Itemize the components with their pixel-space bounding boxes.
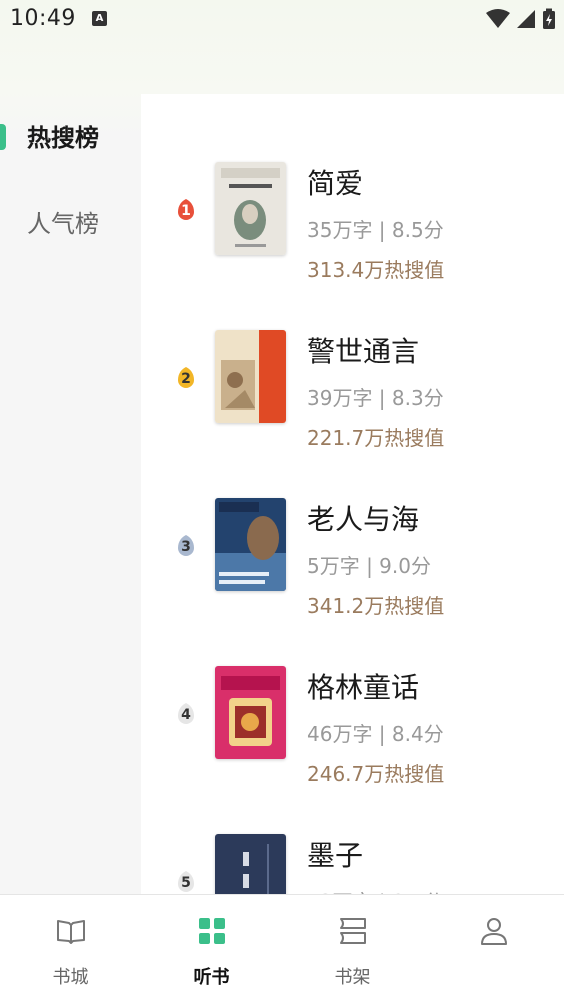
user-icon xyxy=(481,918,507,945)
book-meta: 46万字 | 8.4分 xyxy=(307,722,444,746)
rank-badge: 3 xyxy=(173,533,199,559)
rank-badge: 5 xyxy=(173,869,199,894)
book-meta: 13万字 | 8.4分 xyxy=(307,886,444,894)
hot-search-value: 341.2万热搜值 xyxy=(307,594,445,618)
sidebar-item-label: 人气榜 xyxy=(27,210,99,238)
signal-icon xyxy=(517,10,535,28)
nav-listen[interactable]: 听书 xyxy=(141,895,282,1005)
nav-label: 书架 xyxy=(334,967,371,988)
book-title: 格林童话 xyxy=(307,671,420,704)
book-meta: 35万字 | 8.5分 xyxy=(307,218,444,242)
book-item[interactable]: 4 格林童话 46万字 | 8.4分 246.7万热搜值 xyxy=(141,666,564,834)
status-bar: 10:49 A xyxy=(0,0,564,38)
sidebar-item-hot-search[interactable]: 热搜榜 xyxy=(0,108,140,168)
book-list: 1 简爱 35万字 | 8.5分 313.4万热搜值 2 警世通言 39万字 |… xyxy=(141,94,564,894)
rank-badge: 1 xyxy=(173,197,199,223)
bookshelf-icon xyxy=(340,918,366,944)
ranking-sidebar: 热搜榜 人气榜 xyxy=(0,96,140,894)
book-item[interactable]: 5 墨子 13万字 | 8.4分 xyxy=(141,834,564,894)
hot-search-value: 221.7万热搜值 xyxy=(307,426,445,450)
grid-icon xyxy=(199,918,225,944)
book-item[interactable]: 1 简爱 35万字 | 8.5分 313.4万热搜值 xyxy=(141,162,564,330)
nav-bookstore[interactable]: 书城 xyxy=(0,895,141,1005)
sidebar-item-popularity[interactable]: 人气榜 xyxy=(0,194,140,254)
book-item[interactable]: 2 警世通言 39万字 | 8.3分 221.7万热搜值 xyxy=(141,330,564,498)
nav-profile[interactable] xyxy=(423,895,564,1005)
notification-icon: A xyxy=(92,11,107,26)
nav-bookshelf[interactable]: 书架 xyxy=(282,895,423,1005)
battery-icon xyxy=(543,8,555,29)
book-title: 老人与海 xyxy=(307,503,420,536)
book-meta: 5万字 | 9.0分 xyxy=(307,554,431,578)
wifi-icon xyxy=(486,9,510,28)
book-title: 墨子 xyxy=(307,839,364,872)
hot-search-value: 313.4万热搜值 xyxy=(307,258,445,282)
rank-badge: 4 xyxy=(173,701,199,727)
status-time: 10:49 xyxy=(10,6,76,31)
book-open-icon xyxy=(57,920,85,944)
sidebar-item-label: 热搜榜 xyxy=(27,124,99,152)
system-icons xyxy=(486,8,556,30)
book-cover xyxy=(215,330,286,423)
book-item[interactable]: 3 老人与海 5万字 | 9.0分 341.2万热搜值 xyxy=(141,498,564,666)
book-title: 简爱 xyxy=(307,167,364,200)
active-indicator xyxy=(0,124,6,150)
nav-label: 书城 xyxy=(52,967,89,988)
nav-label: 听书 xyxy=(193,967,230,988)
bottom-nav: 书城 听书 书架 xyxy=(0,894,564,1005)
book-cover xyxy=(215,834,286,894)
book-title: 警世通言 xyxy=(307,335,420,368)
book-cover xyxy=(215,666,286,759)
rank-badge: 2 xyxy=(173,365,199,391)
book-meta: 39万字 | 8.3分 xyxy=(307,386,444,410)
book-cover xyxy=(215,498,286,591)
hot-search-value: 246.7万热搜值 xyxy=(307,762,445,786)
book-cover xyxy=(215,162,286,255)
